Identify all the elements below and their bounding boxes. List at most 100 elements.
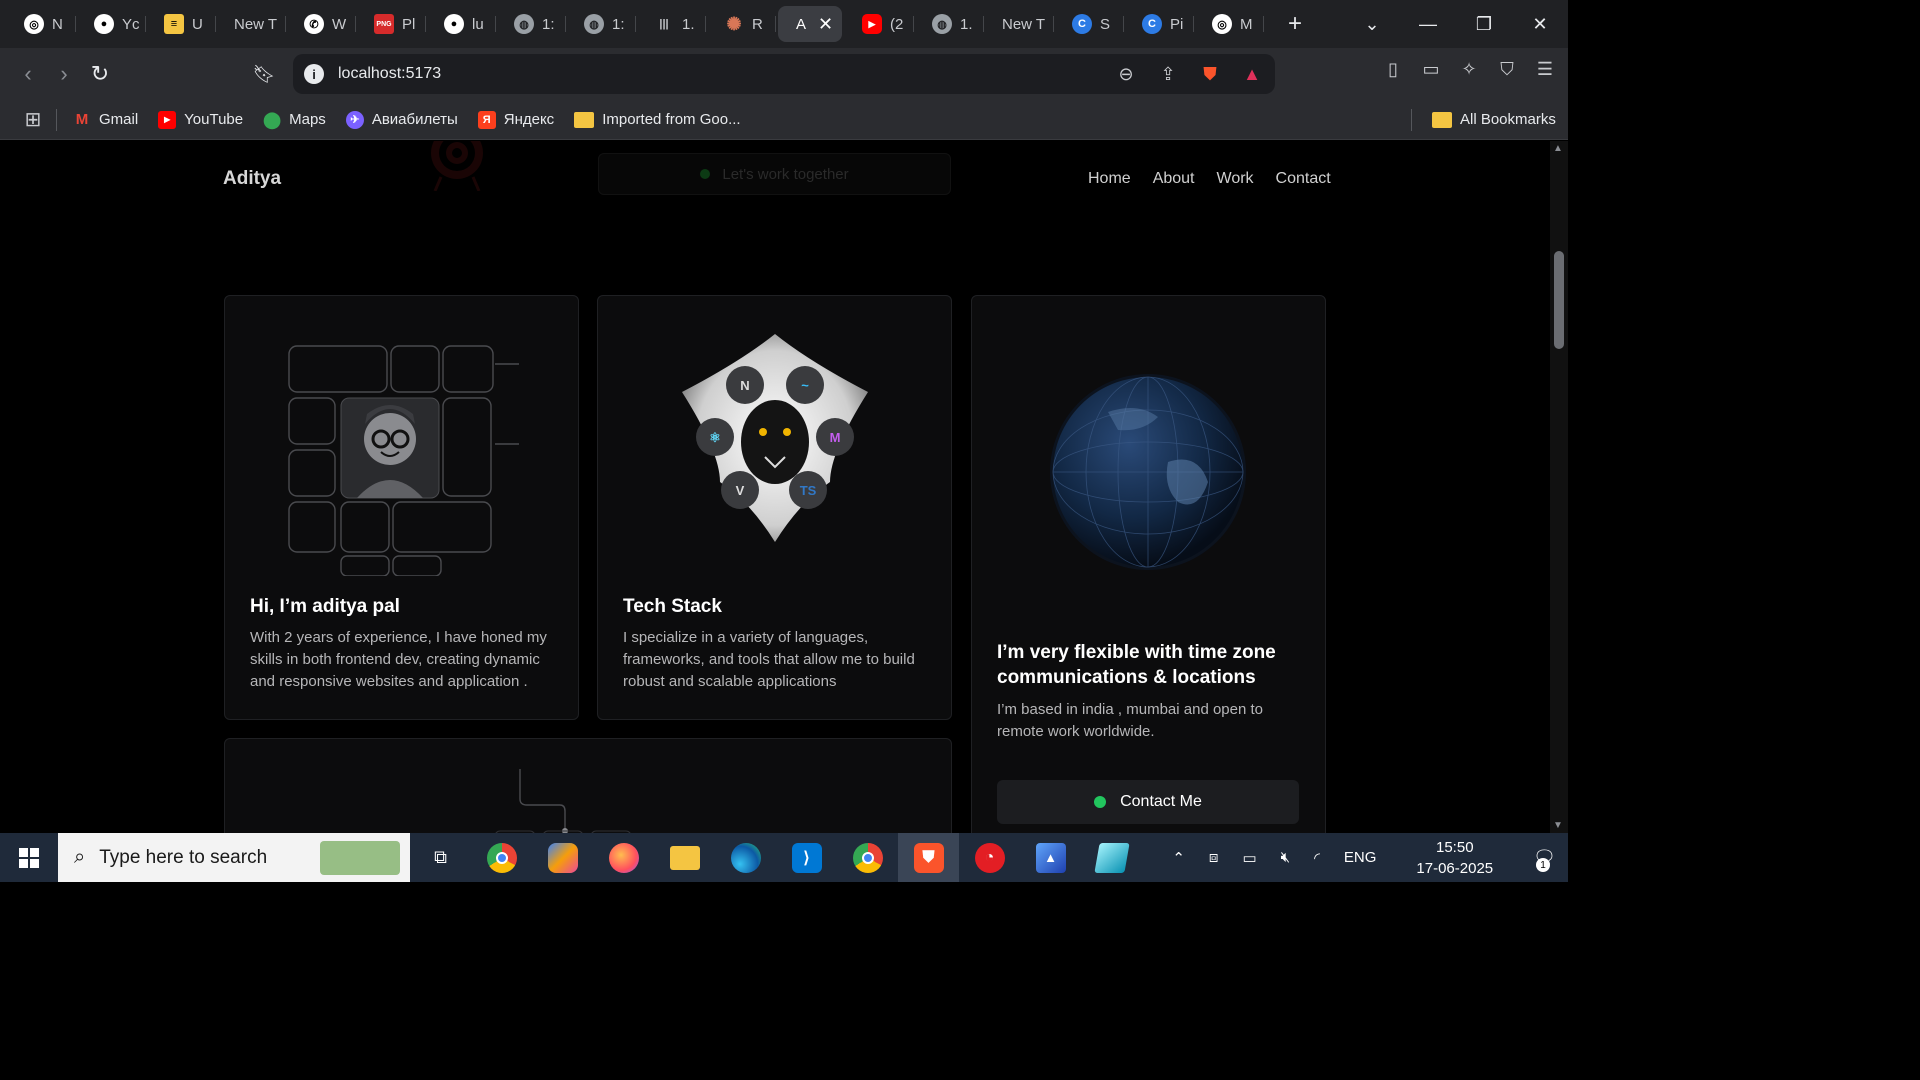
bookmark-youtube[interactable]: ▶ YouTube [158,110,243,129]
tech-title: Tech Stack [623,596,722,617]
close-tab-icon[interactable]: ✕ [818,14,833,35]
nav-work[interactable]: Work [1217,170,1254,188]
all-bookmarks[interactable]: All Bookmarks [1432,111,1556,128]
bookmark-aviasales[interactable]: ✈ Авиабилеты [345,110,458,129]
site-info-icon[interactable]: i [304,64,324,84]
browser-tab[interactable]: ● Yc [76,6,146,42]
browser-tab[interactable]: ✆ W [286,6,356,42]
bookmarks-bar: ⊞ M Gmail ▶ YouTube ⬤ Maps ✈ Авиабилеты Я Янд… [0,100,1568,140]
bookmark-icon[interactable]: 🔖︎ [246,56,282,92]
taskbar-copilot[interactable] [532,833,593,882]
minimize-icon[interactable]: — [1400,14,1456,35]
reload-icon[interactable]: ↻ [82,56,118,92]
browser-tab[interactable]: ◎ N [6,6,76,42]
nav-about[interactable]: About [1153,170,1195,188]
language-indicator[interactable]: ENG [1344,849,1377,866]
leo-ai-icon[interactable]: ✧ [1456,56,1482,82]
browser-tab[interactable]: ▶ (2 [844,6,914,42]
site-brand[interactable]: Aditya [223,168,281,190]
url-text[interactable]: localhost:5173 [338,65,441,83]
taskbar-edge[interactable] [715,833,776,882]
browser-tab[interactable]: ◍ 1: [496,6,566,42]
wallet-icon[interactable]: ▭ [1418,56,1444,82]
battery-icon[interactable]: ▭ [1242,849,1256,867]
contact-me-button[interactable]: Contact Me [997,780,1299,824]
apps-grid-icon[interactable]: ⊞ [20,107,46,133]
taskbar-chrome[interactable] [471,833,532,882]
bookmark-maps[interactable]: ⬤ Maps [263,111,326,129]
address-bar[interactable]: i localhost:5173 ⊖ ⇪ ⛊ ▲ [293,54,1275,94]
taskbar-search[interactable]: ⌕ Type here to search [58,833,410,882]
taskbar-file-explorer[interactable] [654,833,715,882]
clock-date: 17-06-2025 [1416,859,1494,877]
browser-tab[interactable]: New T [216,6,286,42]
bookmark-folder-imported[interactable]: Imported from Goo... [574,111,741,128]
browser-tab[interactable]: ≡ U [146,6,216,42]
menu-icon[interactable]: ☰ [1532,56,1558,82]
status-dot [1094,796,1107,808]
folder-icon [1432,111,1452,128]
taskbar-notepad[interactable] [1081,833,1142,882]
taskbar-chrome-profile[interactable] [837,833,898,882]
sidebar-icon[interactable]: ▯ [1380,56,1406,82]
browser-tab[interactable]: PNG Pl [356,6,426,42]
youtube-icon: ▶ [862,14,882,34]
typescript-badge: TS [800,483,817,498]
browser-tab[interactable]: New T [984,6,1054,42]
browser-tab-active[interactable]: A ✕ [778,6,842,42]
volume-muted-icon[interactable]: 🔇︎ [1281,849,1290,866]
brave-shields-icon[interactable]: ⛊ [1197,61,1223,87]
zoom-icon[interactable]: ⊖ [1113,61,1139,87]
bottom-card [224,738,952,833]
browser-toolbar: ‹ › ↻ 🔖︎ i localhost:5173 ⊖ ⇪ ⛊ ▲ ▯ ▭ ✧ … [0,48,1568,100]
clock[interactable]: 15:50 17-06-2025 [1404,837,1505,879]
scroll-down-icon[interactable]: ▼ [1553,820,1563,831]
browser-tab[interactable]: ● lu [426,6,496,42]
work-together-pill[interactable]: Let's work together [598,153,951,195]
vpn-icon[interactable]: ⛉ [1494,56,1520,82]
taskbar-app-red[interactable]: ◔ [959,833,1020,882]
maps-icon: ⬤ [263,111,282,129]
show-hidden-icons[interactable]: ⌃ [1172,849,1185,867]
close-window-icon[interactable]: ✕ [1512,14,1568,35]
wifi-icon[interactable]: ◜ [1314,849,1320,867]
share-icon[interactable]: ⇪ [1155,61,1181,87]
taskbar-vscode[interactable]: ⟩ [776,833,837,882]
taskbar-photos[interactable]: ▲ [1020,833,1081,882]
nav-contact[interactable]: Contact [1276,170,1331,188]
windows-start-button[interactable] [0,833,58,882]
bookmark-yandex[interactable]: Я Яндекс [477,110,554,129]
restore-icon[interactable]: ❐ [1456,14,1512,35]
back-icon[interactable]: ‹ [10,56,46,92]
taskbar-brave[interactable]: ⛊ [898,833,959,882]
aviasales-icon: ✈ [345,110,364,129]
forward-icon[interactable]: › [46,56,82,92]
nav-home[interactable]: Home [1088,170,1131,188]
search-highlight-icon [320,841,400,875]
meet-now-icon[interactable]: ⧈ [1209,849,1219,866]
new-tab-button[interactable]: + [1280,10,1310,38]
divider [56,108,57,131]
browser-tab[interactable]: ||| 1. [636,6,706,42]
notifications-icon[interactable]: 🗨︎ 1 [1533,847,1556,872]
framer-badge: M [830,430,841,445]
photos-icon: ▲ [1035,842,1066,873]
notification-count: 1 [1536,858,1550,872]
vite-badge: V [736,483,745,498]
page-scrollbar[interactable]: ▲ ▼ [1550,141,1568,833]
browser-tab[interactable]: ◎ M [1194,6,1264,42]
brave-rewards-icon[interactable]: ▲ [1239,61,1265,87]
bookmark-gmail[interactable]: M Gmail [73,111,138,129]
scrollbar-thumb[interactable] [1554,251,1564,349]
browser-tab[interactable]: ◍ 1: [566,6,636,42]
task-view-button[interactable]: ⧉ [410,833,471,882]
taskbar-firefox[interactable] [593,833,654,882]
scroll-up-icon[interactable]: ▲ [1553,143,1563,154]
browser-tab[interactable]: ◍ 1. [914,6,984,42]
browser-tab[interactable]: ✺ R [706,6,776,42]
browser-tab[interactable]: CS [1054,6,1124,42]
globe-icon: ◍ [932,14,952,34]
browser-tab[interactable]: C Pi [1124,6,1194,42]
tab-search-icon[interactable]: ⌄ [1344,14,1400,35]
yandex-icon: Я [477,110,496,129]
